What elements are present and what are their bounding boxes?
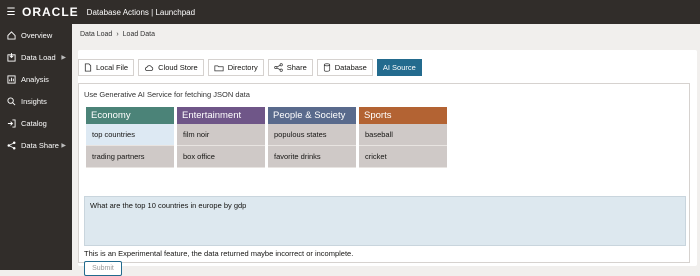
experimental-note: This is an Experimental feature, the dat… — [84, 249, 354, 258]
category-title: Sports — [359, 107, 447, 124]
main-area: Data Load › Load Data Local File Cloud Sto… — [72, 24, 700, 276]
prompt-option[interactable]: populous states — [268, 124, 356, 146]
source-tabs: Local File Cloud Store Directory Share D… — [78, 59, 426, 76]
file-icon — [84, 63, 92, 72]
sidebar: Overview Data Load ▶ Analysis Insights C… — [0, 24, 72, 270]
sidebar-item-label: Analysis — [21, 74, 49, 84]
tab-directory[interactable]: Directory — [207, 59, 264, 76]
top-bar: ☰ ORACLE Database Actions | Launchpad — [0, 0, 700, 24]
prompt-option[interactable]: favorite drinks — [268, 146, 356, 168]
category-title: Entertainment — [177, 107, 265, 124]
sidebar-item-catalog[interactable]: Catalog — [0, 112, 72, 134]
sidebar-item-label: Overview — [21, 30, 53, 40]
ai-source-panel: Use Generative AI Service for fetching J… — [78, 83, 690, 276]
tab-local-file[interactable]: Local File — [78, 59, 135, 76]
oracle-logo: ORACLE — [22, 5, 79, 19]
hamburger-menu-icon[interactable]: ☰ — [2, 7, 20, 18]
category-title: People & Society — [268, 107, 356, 124]
prompt-option[interactable]: top countries — [86, 124, 174, 146]
category-entertainment: Entertainment film noir box office — [177, 107, 265, 168]
prompt-option[interactable]: cricket — [359, 146, 447, 168]
category-economy: Economy top countries trading partners — [86, 107, 174, 168]
breadcrumb-parent[interactable]: Data Load — [80, 31, 112, 38]
sidebar-item-insights[interactable]: Insights — [0, 90, 72, 112]
submit-button[interactable]: Submit — [84, 261, 122, 276]
category-sports: Sports baseball cricket — [359, 107, 447, 168]
insights-icon — [6, 96, 16, 106]
category-title: Economy — [86, 107, 174, 124]
tab-label: AI Source — [382, 63, 416, 72]
tab-label: Cloud Store — [158, 63, 198, 72]
data-share-icon — [6, 141, 16, 150]
chevron-right-icon: ▶ — [61, 142, 66, 149]
tab-label: Share — [286, 63, 307, 72]
sidebar-item-overview[interactable]: Overview — [0, 24, 72, 46]
prompt-option[interactable]: box office — [177, 146, 265, 168]
breadcrumb-current: Load Data — [122, 31, 155, 38]
sidebar-item-label: Catalog — [21, 118, 47, 128]
prompt-option[interactable]: trading partners — [86, 146, 174, 168]
sidebar-item-data-share[interactable]: Data Share ▶ — [0, 134, 72, 156]
data-load-icon — [6, 52, 16, 62]
app-title: Database Actions | Launchpad — [86, 7, 196, 17]
tab-database[interactable]: Database — [316, 59, 373, 76]
category-people-society: People & Society populous states favorit… — [268, 107, 356, 168]
sidebar-item-label: Data Load — [21, 52, 56, 62]
sidebar-item-label: Data Share — [21, 140, 59, 150]
cloud-icon — [144, 64, 154, 72]
sidebar-item-analysis[interactable]: Analysis — [0, 68, 72, 90]
breadcrumb-separator: › — [116, 31, 119, 38]
intro-text: Use Generative AI Service for fetching J… — [84, 90, 250, 99]
tab-label: Database — [334, 63, 367, 72]
tab-ai-source[interactable]: AI Source — [376, 59, 422, 76]
breadcrumb: Data Load › Load Data — [80, 31, 155, 38]
tab-cloud-store[interactable]: Cloud Store — [138, 59, 204, 76]
folder-icon — [214, 64, 224, 72]
prompt-option[interactable]: baseball — [359, 124, 447, 146]
overview-icon — [6, 30, 16, 40]
query-textarea[interactable]: What are the top 10 countries in europe … — [84, 196, 686, 246]
tab-label: Directory — [227, 63, 258, 72]
tab-share[interactable]: Share — [267, 59, 313, 76]
analysis-icon — [6, 74, 16, 84]
database-icon — [323, 63, 331, 72]
sidebar-item-label: Insights — [21, 96, 47, 106]
tab-label: Local File — [96, 63, 129, 72]
share-icon — [274, 63, 283, 72]
prompt-option[interactable]: film noir — [177, 124, 265, 146]
chevron-right-icon: ▶ — [61, 54, 66, 61]
catalog-icon — [6, 118, 16, 128]
sidebar-item-data-load[interactable]: Data Load ▶ — [0, 46, 72, 68]
